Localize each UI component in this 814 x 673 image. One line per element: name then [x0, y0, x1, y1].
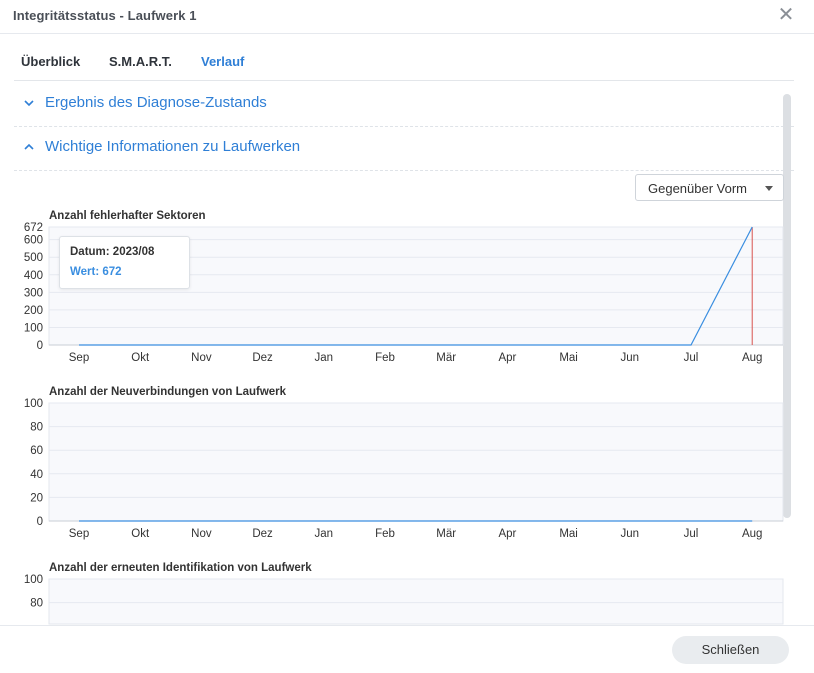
plot-area [48, 578, 784, 625]
dialog-footer: Schließen [0, 625, 814, 673]
chart-tooltip: Datum: 2023/08 Wert: 672 [59, 236, 190, 289]
tooltip-value: Wert: 672 [70, 266, 122, 278]
tooltip-date: Datum: 2023/08 [70, 246, 155, 258]
chart-reidentifications: 80 100 [24, 574, 784, 625]
y-tick-label: 80 [30, 598, 43, 610]
y-tick-label: 100 [24, 574, 43, 586]
close-button[interactable]: Schließen [672, 636, 789, 664]
